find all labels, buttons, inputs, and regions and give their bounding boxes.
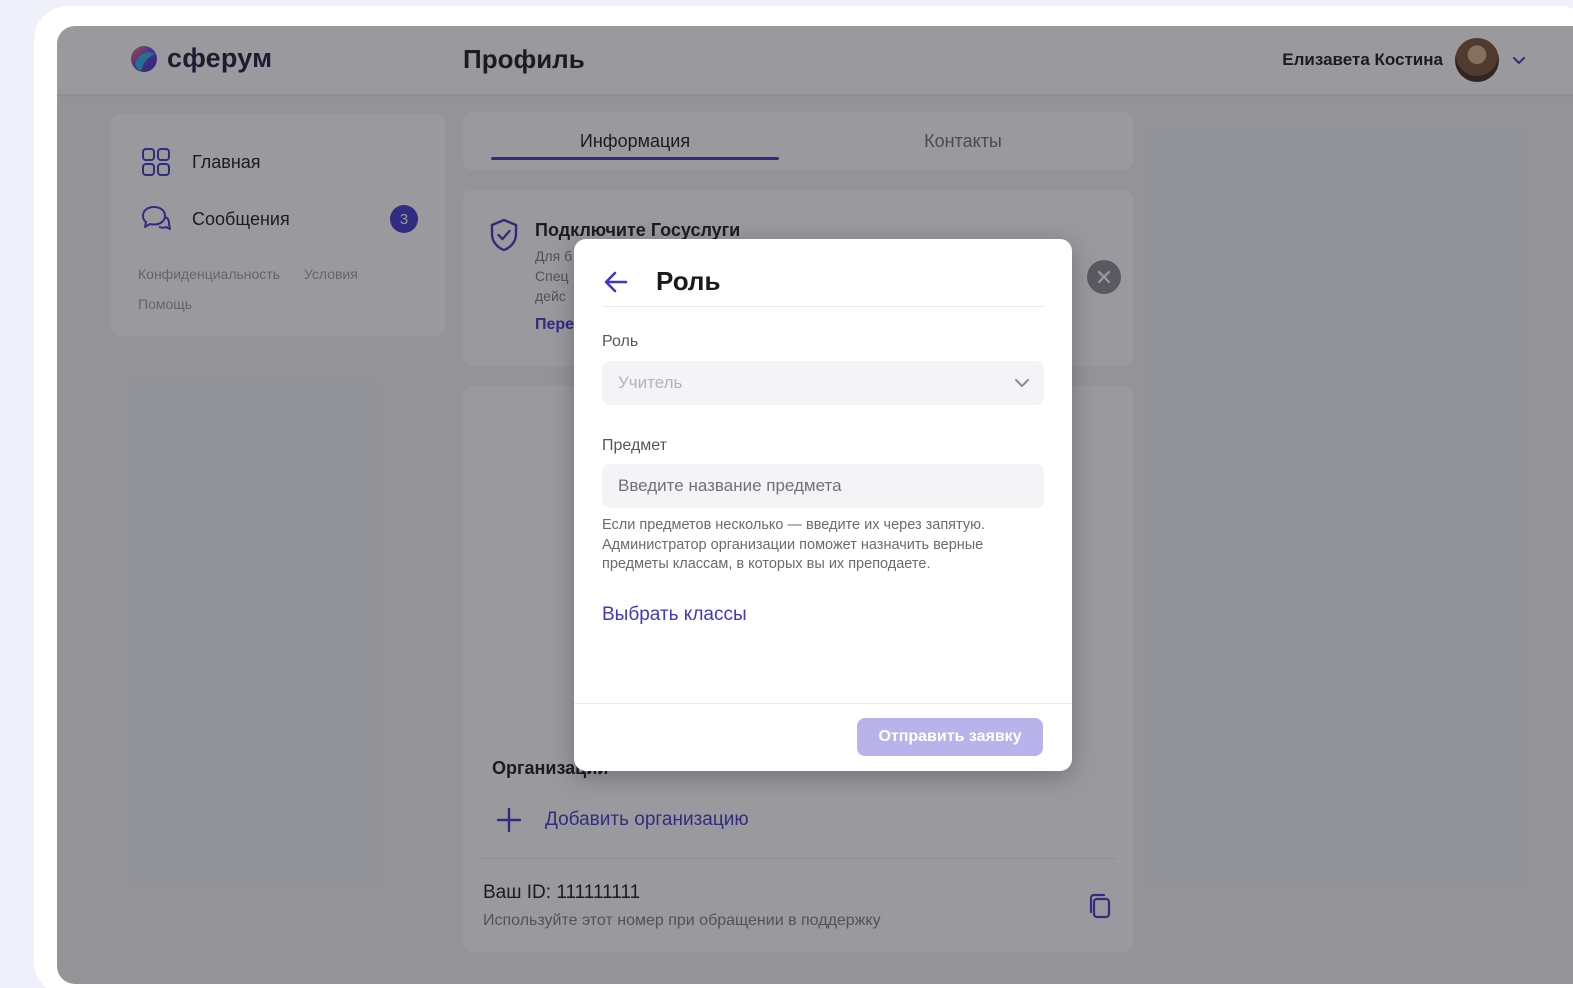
subject-label: Предмет <box>602 437 667 454</box>
subject-hint: Если предметов несколько — введите их че… <box>602 517 985 572</box>
role-modal: Роль Роль Учитель Предмет Если предметов… <box>574 239 1072 771</box>
chevron-down-icon <box>1015 379 1029 387</box>
role-select[interactable]: Учитель <box>602 361 1044 405</box>
modal-title: Роль <box>656 266 721 296</box>
submit-request-button[interactable]: Отправить заявку <box>857 718 1043 756</box>
choose-classes-link[interactable]: Выбрать классы <box>602 604 747 626</box>
role-select-value: Учитель <box>618 373 683 392</box>
arrow-left-icon[interactable] <box>602 268 630 296</box>
modal-header: Роль <box>602 257 1044 307</box>
subject-input[interactable] <box>602 464 1044 508</box>
role-label: Роль <box>602 333 639 350</box>
modal-footer-divider <box>574 703 1072 704</box>
